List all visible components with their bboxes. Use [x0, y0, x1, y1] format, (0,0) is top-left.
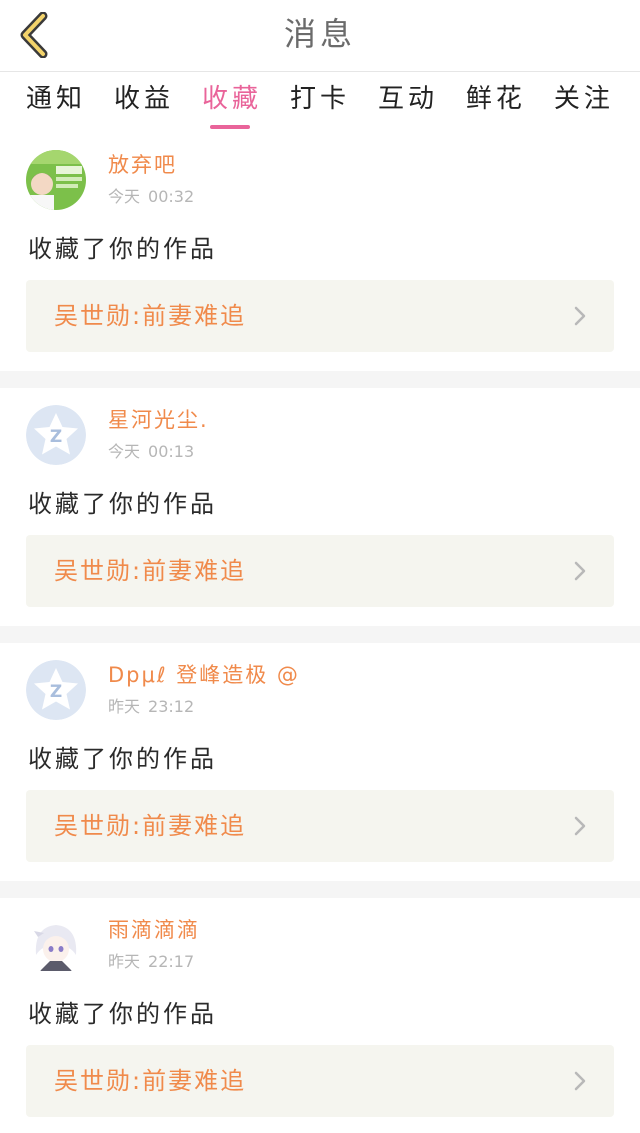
timestamp: 今天 00:13 [108, 438, 194, 462]
action-text: 收藏了你的作品 [28, 1000, 217, 1028]
day-label: 今天 [108, 442, 141, 461]
chevron-right-icon [574, 561, 586, 581]
timestamp: 昨天 22:17 [108, 948, 194, 972]
divider [0, 881, 640, 898]
day-label: 昨天 [108, 697, 141, 716]
work-title: 吴世勋:前妻难追 [54, 1067, 247, 1095]
tab-interaction[interactable]: 互动 [378, 73, 438, 133]
user-name[interactable]: 放弃吧 [108, 149, 177, 179]
work-title: 吴世勋:前妻难追 [54, 812, 247, 840]
work-link[interactable]: 吴世勋:前妻难追 [26, 790, 614, 862]
svg-text:Z: Z [50, 682, 62, 702]
tab-label: 收藏 [201, 84, 262, 114]
active-tab-indicator [209, 125, 250, 129]
work-link[interactable]: 吴世勋:前妻难追 [26, 280, 614, 352]
message-card: 放弃吧 今天 00:32 收藏了你的作品 吴世勋:前妻难追 [0, 133, 640, 371]
action-text: 收藏了你的作品 [28, 745, 217, 773]
tab-checkin[interactable]: 打卡 [290, 73, 350, 133]
tab-label: 通知 [26, 84, 87, 114]
tab-label: 关注 [553, 84, 614, 114]
user-name[interactable]: 雨滴滴滴 [108, 914, 200, 944]
avatar[interactable] [26, 150, 86, 210]
divider [0, 371, 640, 388]
message-card: Z Dpμℓ 登峰造极 @ 昨天 23:12 收藏了你的作品 吴世勋:前妻难追 [0, 643, 640, 881]
chevron-right-icon [574, 816, 586, 836]
time-label: 22:17 [148, 952, 195, 971]
action-text: 收藏了你的作品 [28, 490, 217, 518]
tab-label: 打卡 [289, 84, 350, 114]
svg-text:Z: Z [50, 427, 62, 447]
header: 消息 [0, 0, 640, 72]
day-label: 今天 [108, 187, 141, 206]
time-label: 00:32 [148, 187, 195, 206]
tab-follow[interactable]: 关注 [554, 73, 614, 133]
divider [0, 626, 640, 643]
tab-earnings[interactable]: 收益 [114, 73, 174, 133]
work-link[interactable]: 吴世勋:前妻难追 [26, 535, 614, 607]
qq-default-avatar-icon: Z [26, 405, 86, 465]
timestamp: 昨天 23:12 [108, 693, 194, 717]
tab-notice[interactable]: 通知 [26, 73, 86, 133]
user-name[interactable]: 星河光尘. [108, 404, 209, 434]
tab-label: 鲜花 [465, 84, 526, 114]
chevron-right-icon [574, 306, 586, 326]
action-text: 收藏了你的作品 [28, 235, 217, 263]
tab-label: 互动 [377, 84, 438, 114]
message-list: 放弃吧 今天 00:32 收藏了你的作品 吴世勋:前妻难追 Z 星河光尘. 今天 0… [0, 133, 640, 1133]
tab-bar: 通知 收益 收藏 打卡 互动 鲜花 关注 [0, 73, 640, 133]
timestamp: 今天 00:32 [108, 183, 194, 207]
tab-favorites[interactable]: 收藏 [202, 73, 262, 133]
avatar[interactable]: Z [26, 405, 86, 465]
day-label: 昨天 [108, 952, 141, 971]
work-title: 吴世勋:前妻难追 [54, 557, 247, 585]
avatar[interactable]: Z [26, 660, 86, 720]
anime-avatar-icon [26, 915, 86, 975]
chevron-right-icon [574, 1071, 586, 1091]
tab-flowers[interactable]: 鲜花 [466, 73, 526, 133]
time-label: 23:12 [148, 697, 195, 716]
tab-label: 收益 [113, 84, 174, 114]
photo-avatar-icon [26, 150, 86, 210]
user-name[interactable]: Dpμℓ 登峰造极 @ [108, 659, 300, 689]
work-title: 吴世勋:前妻难追 [54, 302, 247, 330]
time-label: 00:13 [148, 442, 195, 461]
page-title: 消息 [283, 15, 356, 53]
message-card: Z 星河光尘. 今天 00:13 收藏了你的作品 吴世勋:前妻难追 [0, 388, 640, 626]
message-card: 雨滴滴滴 昨天 22:17 收藏了你的作品 吴世勋:前妻难追 [0, 898, 640, 1133]
qq-default-avatar-icon: Z [26, 660, 86, 720]
work-link[interactable]: 吴世勋:前妻难追 [26, 1045, 614, 1117]
avatar[interactable] [26, 915, 86, 975]
